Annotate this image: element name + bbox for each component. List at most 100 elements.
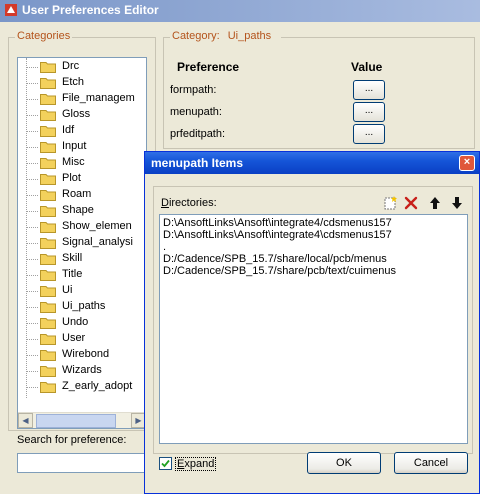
tree-connector	[26, 291, 38, 292]
tree-connector	[26, 307, 38, 308]
expand-checkbox[interactable]	[159, 457, 172, 470]
value-column-header: Value	[351, 60, 383, 74]
tree-item-label: Ui	[62, 284, 73, 296]
tree-item-label: Drc	[62, 60, 80, 72]
folder-icon	[40, 190, 56, 201]
tree-item-label: Ui_paths	[62, 300, 106, 312]
tree-connector	[26, 83, 38, 84]
folder-icon	[40, 110, 56, 121]
main-title-bar: User Preferences Editor	[0, 0, 480, 22]
tree-connector	[26, 227, 38, 228]
folder-icon	[40, 254, 56, 265]
tree-item-label: Z_early_adopt	[62, 380, 133, 392]
folder-icon	[40, 62, 56, 73]
directories-list[interactable]: D:\AnsoftLinks\Ansoft\integrate4/cdsmenu…	[159, 214, 468, 444]
tree-connector	[26, 179, 38, 180]
tree-guide-line	[26, 58, 27, 398]
tree-item-label: Shape	[62, 204, 94, 216]
window-title: User Preferences Editor	[22, 3, 159, 17]
ok-button[interactable]: OK	[307, 452, 381, 474]
tree-connector	[26, 147, 38, 148]
cancel-button[interactable]: Cancel	[394, 452, 468, 474]
folder-icon	[40, 318, 56, 329]
directory-item[interactable]: D:/Cadence/SPB_15.7/share/local/pcb/menu…	[163, 253, 387, 265]
close-icon[interactable]: ×	[459, 155, 475, 171]
folder-icon	[40, 350, 56, 361]
dialog-title-bar[interactable]: menupath Items ×	[145, 152, 479, 174]
tree-connector	[26, 387, 38, 388]
tree-connector	[26, 67, 38, 68]
directory-item[interactable]: D:\AnsoftLinks\Ansoft\integrate4\cdsmenu…	[163, 229, 392, 241]
delete-icon[interactable]	[403, 195, 419, 211]
search-input[interactable]	[17, 453, 149, 473]
directory-item[interactable]: D:\AnsoftLinks\Ansoft\integrate4/cdsmenu…	[163, 217, 392, 229]
folder-icon	[40, 302, 56, 313]
tree-horizontal-scrollbar[interactable]: ◀ ▶	[18, 412, 146, 428]
tree-connector	[26, 115, 38, 116]
pref-prfeditpath-label: prfeditpath:	[170, 128, 226, 140]
tree-item-label: Wirebond	[62, 348, 110, 360]
folder-icon	[40, 206, 56, 217]
move-up-icon[interactable]	[427, 195, 443, 211]
tree-item-label: User	[62, 332, 86, 344]
tree-item-label: Idf	[62, 124, 75, 136]
scroll-left-arrow-icon[interactable]: ◀	[18, 413, 33, 428]
directory-item[interactable]: .	[163, 241, 166, 253]
tree-connector	[26, 355, 38, 356]
new-item-icon[interactable]	[382, 195, 398, 211]
tree-item-label: Roam	[62, 188, 92, 200]
category-label: Category:	[172, 30, 220, 42]
folder-icon	[40, 238, 56, 249]
tree-connector	[26, 323, 38, 324]
folder-icon	[40, 78, 56, 89]
menupath-items-dialog: menupath Items × Directories: D:\AnsoftL…	[144, 151, 480, 494]
pref-menupath-label: menupath:	[170, 106, 222, 118]
app-icon	[5, 4, 17, 16]
folder-icon	[40, 222, 56, 233]
tree-item-label: Undo	[62, 316, 89, 328]
prfeditpath-browse-button[interactable]: ...	[353, 124, 385, 144]
tree-connector	[26, 211, 38, 212]
tree-item-label: Etch	[62, 76, 85, 88]
tree-connector	[26, 99, 38, 100]
folder-icon	[40, 270, 56, 281]
tree-item-label: Misc	[62, 156, 85, 168]
tree-connector	[26, 243, 38, 244]
category-title: Category: Ui_paths	[170, 30, 282, 42]
folder-icon	[40, 142, 56, 153]
folder-icon	[40, 366, 56, 377]
folder-icon	[40, 94, 56, 105]
dialog-title: menupath Items	[151, 156, 244, 170]
folder-icon	[40, 334, 56, 345]
folder-icon	[40, 126, 56, 137]
tree-item-label: Plot	[62, 172, 81, 184]
expand-label[interactable]: Expand	[175, 457, 217, 471]
tree-connector	[26, 195, 38, 196]
scroll-thumb-horizontal[interactable]	[36, 414, 116, 428]
tree-connector	[26, 371, 38, 372]
folder-icon	[40, 286, 56, 297]
tree-item-label: Signal_analysi	[62, 236, 133, 248]
tree-connector	[26, 339, 38, 340]
tree-connector	[26, 163, 38, 164]
directory-item[interactable]: D:/Cadence/SPB_15.7/share/pcb/text/cuime…	[163, 265, 396, 277]
pref-formpath-label: formpath:	[170, 84, 217, 96]
directories-label: Directories:	[161, 197, 217, 209]
category-tree[interactable]: Drc Etch File_managem Gloss Idf Input Misc Plot…	[17, 57, 147, 429]
checkmark-icon	[161, 459, 170, 468]
tree-item-label: File_managem	[62, 92, 135, 104]
move-down-icon[interactable]	[449, 195, 465, 211]
search-label: Search for preference:	[17, 434, 127, 446]
category-value: Ui_paths	[227, 30, 272, 42]
tree-item-label: Title	[62, 268, 83, 280]
menupath-browse-button[interactable]: ...	[353, 102, 385, 122]
tree-item-label: Input	[62, 140, 87, 152]
folder-icon	[40, 382, 56, 393]
tree-item-label: Show_elemen	[62, 220, 132, 232]
tree-connector	[26, 131, 38, 132]
formpath-browse-button[interactable]: ...	[353, 80, 385, 100]
tree-item-label: Wizards	[62, 364, 102, 376]
folder-icon	[40, 174, 56, 185]
preference-column-header: Preference	[177, 60, 240, 74]
categories-label: Categories	[15, 30, 73, 42]
